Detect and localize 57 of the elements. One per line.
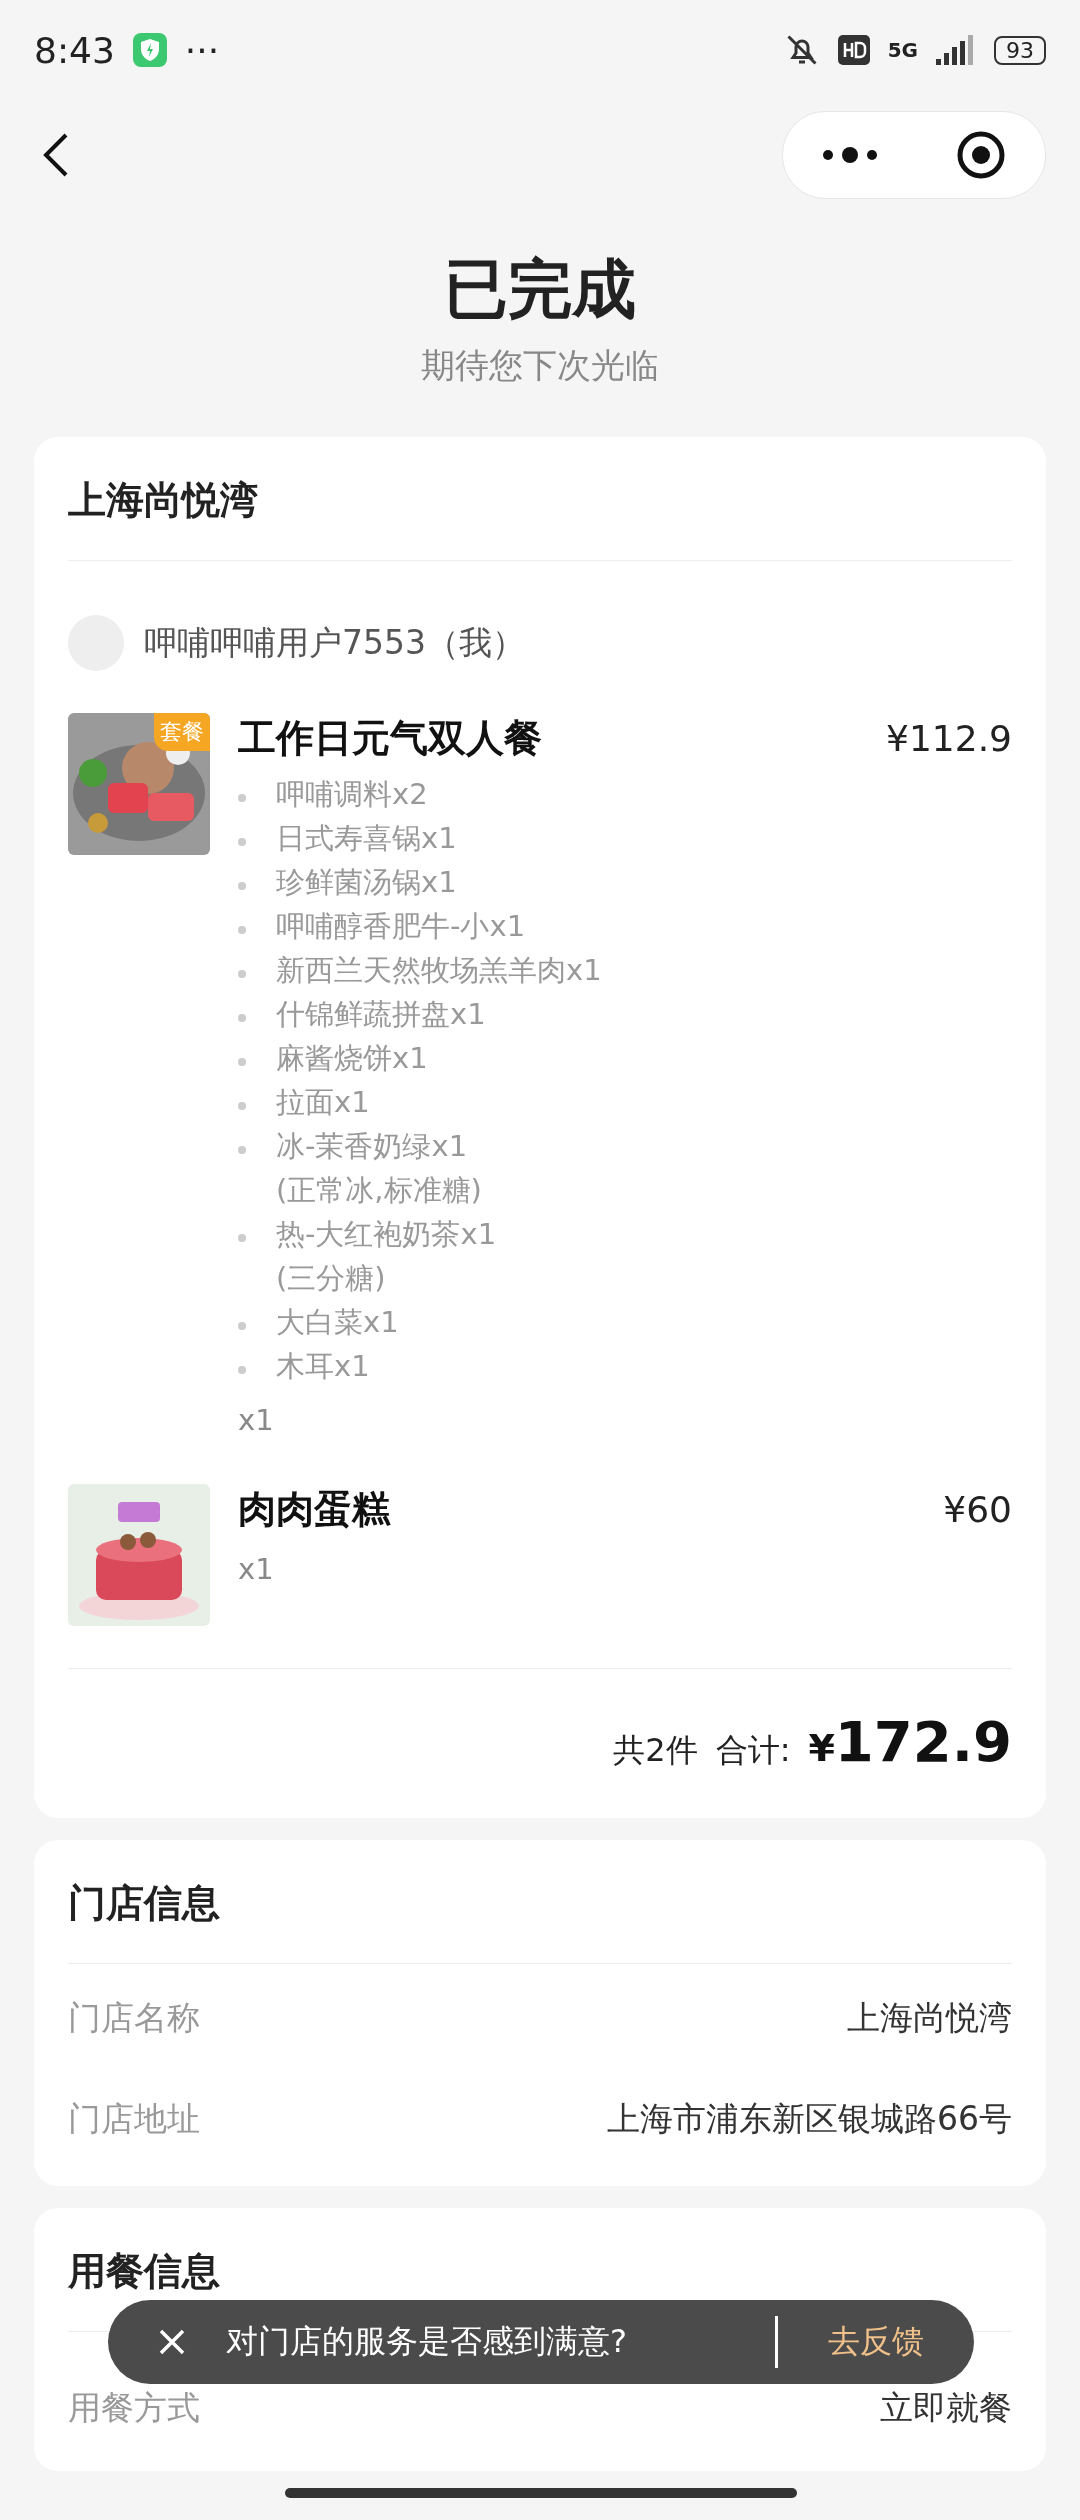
battery-level: 93 bbox=[994, 35, 1046, 65]
sub-item: 热-大红袍奶茶x1 bbox=[276, 1216, 497, 1253]
order-status-title: 已完成 bbox=[444, 251, 636, 328]
order-status-subtitle: 期待您下次光临 bbox=[421, 344, 659, 387]
bullet-icon bbox=[238, 794, 246, 802]
sub-item: 木耳x1 bbox=[276, 1348, 370, 1385]
info-label: 用餐方式 bbox=[68, 2387, 200, 2429]
bullet-icon bbox=[238, 1146, 246, 1154]
product-name: 工作日元气双人餐 bbox=[238, 715, 542, 762]
product-price: ¥60 bbox=[943, 1489, 1012, 1530]
bullet-icon bbox=[238, 882, 246, 890]
shield-icon bbox=[132, 33, 167, 67]
close-icon[interactable] bbox=[158, 2328, 186, 2356]
sub-item: 呷哺调料x2 bbox=[276, 776, 428, 813]
bullet-icon bbox=[238, 1366, 246, 1374]
sub-item: 新西兰天然牧场羔羊肉x1 bbox=[276, 952, 602, 989]
feedback-link[interactable]: 去反馈 bbox=[775, 2316, 924, 2368]
section-title: 门店信息 bbox=[68, 1840, 1012, 1964]
sub-item: 呷哺醇香肥牛-小x1 bbox=[276, 908, 526, 945]
bullet-icon bbox=[238, 1234, 246, 1242]
sub-item-note: (三分糖) bbox=[276, 1260, 387, 1297]
sub-item: 珍鲜菌汤锅x1 bbox=[276, 864, 457, 901]
sub-item-note: (正常冰,标准糖) bbox=[276, 1172, 482, 1209]
bullet-icon bbox=[238, 1014, 246, 1022]
product-quantity: x1 bbox=[238, 1402, 275, 1439]
sub-item: 什锦鲜蔬拼盘x1 bbox=[276, 996, 486, 1033]
signal-icon bbox=[936, 35, 976, 65]
total-amount: ¥172.9 bbox=[808, 1709, 1012, 1774]
user-name: 呷哺呷哺用户7553（我） bbox=[144, 621, 525, 664]
product-name: 肉肉蛋糕 bbox=[238, 1486, 390, 1533]
info-label: 门店名称 bbox=[68, 1997, 200, 2039]
sub-item: 冰-茉香奶绿x1 bbox=[276, 1128, 469, 1165]
sub-item: 拉面x1 bbox=[276, 1084, 370, 1121]
bullet-icon bbox=[238, 926, 246, 934]
bullet-icon bbox=[238, 1102, 246, 1110]
info-value: 立即就餐 bbox=[880, 2387, 1012, 2429]
info-value: 上海尚悦湾 bbox=[847, 1997, 1012, 2039]
more-notifications: ··· bbox=[184, 29, 220, 71]
bullet-icon bbox=[238, 970, 246, 978]
set-meal-badge: 套餐 bbox=[154, 713, 210, 751]
info-label: 门店地址 bbox=[68, 2098, 200, 2140]
info-value: 上海市浦东新区银城路66号 bbox=[607, 2098, 1012, 2140]
bullet-icon bbox=[238, 1058, 246, 1066]
product-quantity: x1 bbox=[238, 1551, 275, 1588]
total-label: 合计: bbox=[715, 1730, 791, 1771]
item-count: 共2件 bbox=[613, 1730, 698, 1771]
hd-icon bbox=[837, 35, 870, 65]
sub-item: 大白菜x1 bbox=[276, 1304, 399, 1341]
network-label: 5G bbox=[887, 38, 918, 62]
sub-item: 日式寿喜锅x1 bbox=[276, 820, 457, 857]
sub-item: 麻酱烧饼x1 bbox=[276, 1040, 428, 1077]
bullet-icon bbox=[238, 838, 246, 846]
more-icon[interactable] bbox=[822, 147, 878, 163]
store-name: 上海尚悦湾 bbox=[68, 437, 1012, 561]
product-price: ¥112.9 bbox=[886, 718, 1012, 759]
status-time: 8:43 bbox=[34, 29, 115, 71]
bullet-icon bbox=[238, 1322, 246, 1330]
